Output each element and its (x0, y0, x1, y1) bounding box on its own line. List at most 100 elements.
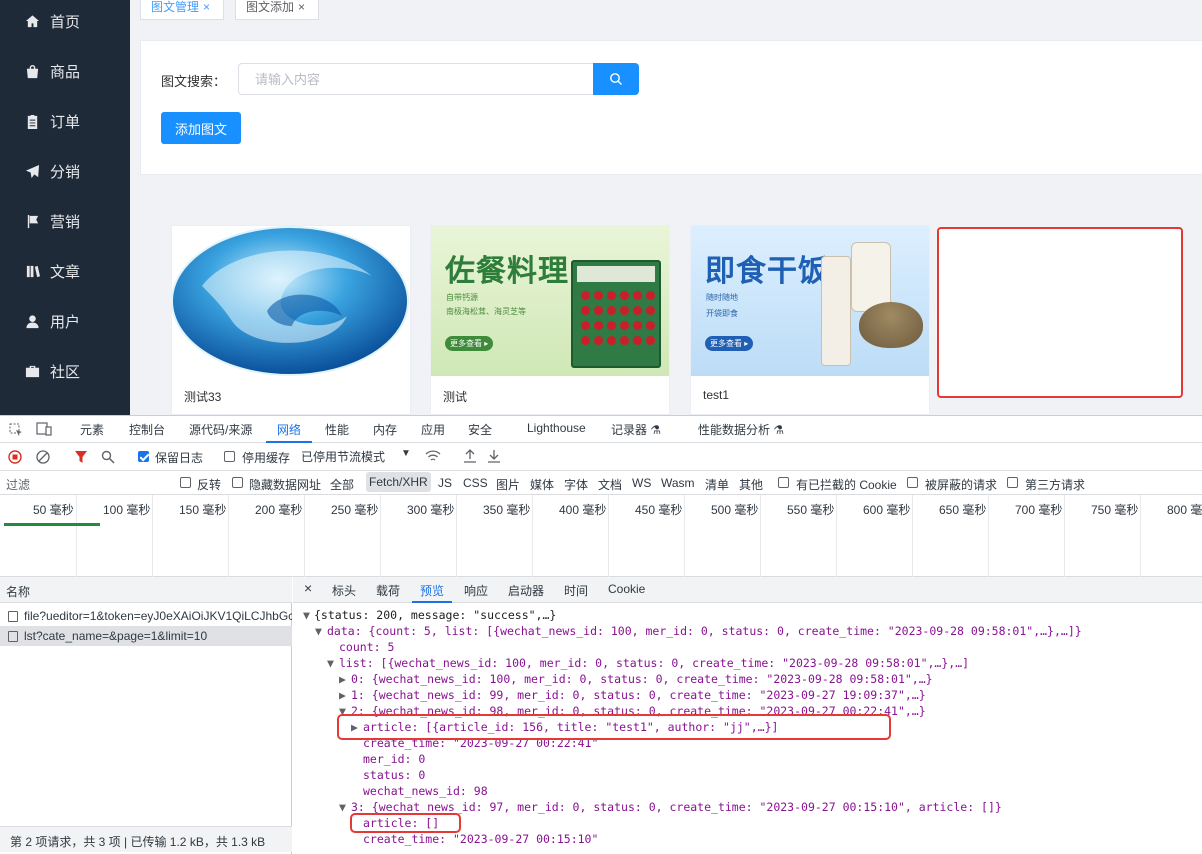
expand-triangle[interactable]: ▶ (339, 687, 346, 703)
tab-initiator[interactable]: 启动器 (508, 582, 544, 599)
device-toggle-icon[interactable] (36, 422, 52, 436)
article-card[interactable]: 测试33 (171, 225, 411, 415)
banner-more: 更多查看 ▸ (705, 336, 754, 351)
article-card[interactable]: 即食干饭 随时随地 开袋即食 更多查看 ▸ test1 (690, 225, 930, 415)
add-article-button[interactable]: 添加图文 (161, 112, 241, 144)
filter-type-fetch-xhr[interactable]: Fetch/XHR (366, 472, 431, 492)
collapse-triangle[interactable]: ▼ (327, 655, 334, 671)
json-list-item[interactable]: 0: {wechat_news_id: 100, mer_id: 0, stat… (351, 671, 933, 687)
json-data[interactable]: data: {count: 5, list: [{wechat_news_id:… (327, 623, 1082, 639)
filter-type-doc[interactable]: 文档 (598, 476, 622, 493)
devtools-tab-elements[interactable]: 元素 (80, 421, 104, 438)
tab-payload[interactable]: 载荷 (376, 582, 400, 599)
request-row[interactable]: file?ueditor=1&token=eyJ0eXAiOiJKV1QiLCJ… (0, 606, 292, 626)
timeline-tick-label: 350 毫秒 (483, 503, 531, 517)
sidebar-item-label: 订单 (50, 113, 81, 131)
devtools-tab-console[interactable]: 控制台 (129, 421, 165, 438)
timeline-request-bar (4, 523, 100, 526)
empty-card-highlight (937, 227, 1183, 398)
json-list[interactable]: list: [{wechat_news_id: 100, mer_id: 0, … (339, 655, 969, 671)
close-icon[interactable]: × (203, 0, 210, 14)
filter-type-all[interactable]: 全部 (330, 476, 354, 493)
search-button[interactable] (593, 63, 639, 95)
hide-data-urls-checkbox[interactable] (232, 477, 243, 488)
card-caption: test1 (703, 388, 730, 402)
devtools-tab-application[interactable]: 应用 (421, 421, 445, 438)
tab-article-manage[interactable]: 图文管理 × (140, 0, 224, 20)
json-list-item[interactable]: 1: {wechat_news_id: 99, mer_id: 0, statu… (351, 687, 926, 703)
upload-icon[interactable] (463, 449, 477, 463)
devtools-tab-recorder[interactable]: 记录器 ⚗ (611, 421, 661, 438)
send-icon (24, 163, 40, 179)
clear-icon[interactable] (36, 450, 50, 464)
close-icon[interactable]: × (298, 0, 305, 14)
json-root[interactable]: {status: 200, message: "success",…} (314, 607, 556, 623)
request-name: file?ueditor=1&token=eyJ0eXAiOiJKV1QiLCJ… (24, 609, 292, 623)
expand-triangle[interactable]: ▶ (339, 671, 346, 687)
blocked-requests-checkbox[interactable] (907, 477, 918, 488)
devtools-tab-memory[interactable]: 内存 (373, 421, 397, 438)
filter-type-wasm[interactable]: Wasm (661, 476, 695, 490)
third-party-checkbox[interactable] (1007, 477, 1018, 488)
throttle-select[interactable]: 已停用节流模式 (301, 448, 385, 465)
third-party-label: 第三方请求 (1025, 478, 1086, 492)
tab-headers[interactable]: 标头 (332, 582, 356, 599)
collapse-triangle[interactable]: ▼ (315, 623, 322, 639)
devtools-tab-network[interactable]: 网络 (277, 421, 301, 438)
filter-type-img[interactable]: 图片 (496, 476, 520, 493)
article-card[interactable]: 佐餐料理 自带钙源 南极海松茸、海灵芝等 更多查看 ▸ 测试 (430, 225, 670, 415)
sidebar-item-users[interactable]: 用户 (0, 301, 130, 341)
filter-type-css[interactable]: CSS (463, 476, 488, 490)
sidebar-item-home[interactable]: 首页 (0, 1, 130, 41)
sidebar-item-marketing[interactable]: 营销 (0, 201, 130, 241)
tab-response[interactable]: 响应 (464, 582, 488, 599)
devtools-tab-sources[interactable]: 源代码/来源 (189, 421, 252, 438)
timeline-tick-label: 200 毫秒 (255, 503, 303, 517)
search-input[interactable] (238, 63, 593, 95)
inspect-icon[interactable] (9, 423, 23, 437)
filter-type-media[interactable]: 媒体 (530, 476, 554, 493)
sidebar-item-community[interactable]: 社区 (0, 351, 130, 391)
collapse-triangle[interactable]: ▼ (303, 607, 310, 623)
user-icon (24, 313, 40, 329)
devtools-tab-performance[interactable]: 性能 (325, 421, 349, 438)
collapse-triangle[interactable]: ▼ (339, 799, 346, 815)
devtools-tab-security[interactable]: 安全 (468, 421, 492, 438)
sidebar-item-goods[interactable]: 商品 (0, 51, 130, 91)
disable-cache-checkbox[interactable] (224, 451, 235, 462)
network-timeline[interactable]: 50 毫秒 100 毫秒 150 毫秒 200 毫秒 250 毫秒 300 毫秒… (0, 495, 1202, 577)
devtools-tab-lighthouse[interactable]: Lighthouse (527, 421, 586, 435)
filter-type-font[interactable]: 字体 (564, 476, 588, 493)
search-icon[interactable] (101, 450, 115, 464)
filter-icon[interactable] (74, 450, 88, 464)
sidebar-item-articles[interactable]: 文章 (0, 251, 130, 291)
sidebar-item-orders[interactable]: 订单 (0, 101, 130, 141)
highlight-box (337, 714, 891, 740)
filter-type-manifest[interactable]: 清单 (705, 476, 729, 493)
network-conditions-icon[interactable] (425, 449, 441, 463)
filter-type-ws[interactable]: WS (632, 476, 651, 490)
request-detail-panel: × 标头 载荷 预览 响应 启动器 时间 Cookie ▼ {status: 2… (293, 577, 1202, 854)
network-toolbar: 保留日志 停用缓存 已停用节流模式 ▼ (0, 443, 1202, 471)
tab-article-add[interactable]: 图文添加 × (235, 0, 319, 20)
filter-input[interactable]: 过滤 (6, 476, 30, 493)
request-row[interactable]: lst?cate_name=&page=1&limit=10 (0, 626, 292, 646)
timeline-tick-label: 250 毫秒 (331, 503, 379, 517)
invert-checkbox[interactable] (180, 477, 191, 488)
home-icon (24, 13, 40, 29)
filter-type-js[interactable]: JS (438, 476, 452, 490)
sidebar-item-distribution[interactable]: 分销 (0, 151, 130, 191)
devtools-tab-perf-insights[interactable]: 性能数据分析 ⚗ (698, 421, 784, 438)
tab-preview[interactable]: 预览 (420, 582, 444, 599)
preserve-log-checkbox[interactable] (138, 451, 149, 462)
tab-cookies[interactable]: Cookie (608, 582, 645, 596)
tab-timing[interactable]: 时间 (564, 582, 588, 599)
close-icon[interactable]: × (304, 580, 312, 596)
hide-data-urls-label: 隐藏数据网址 (249, 478, 322, 492)
timeline-tick-label: 300 毫秒 (407, 503, 455, 517)
name-column-header[interactable]: 名称 (0, 577, 292, 603)
download-icon[interactable] (487, 449, 501, 463)
filter-type-other[interactable]: 其他 (739, 476, 763, 493)
blocked-cookies-checkbox[interactable] (778, 477, 789, 488)
record-stop-icon[interactable] (8, 450, 22, 464)
